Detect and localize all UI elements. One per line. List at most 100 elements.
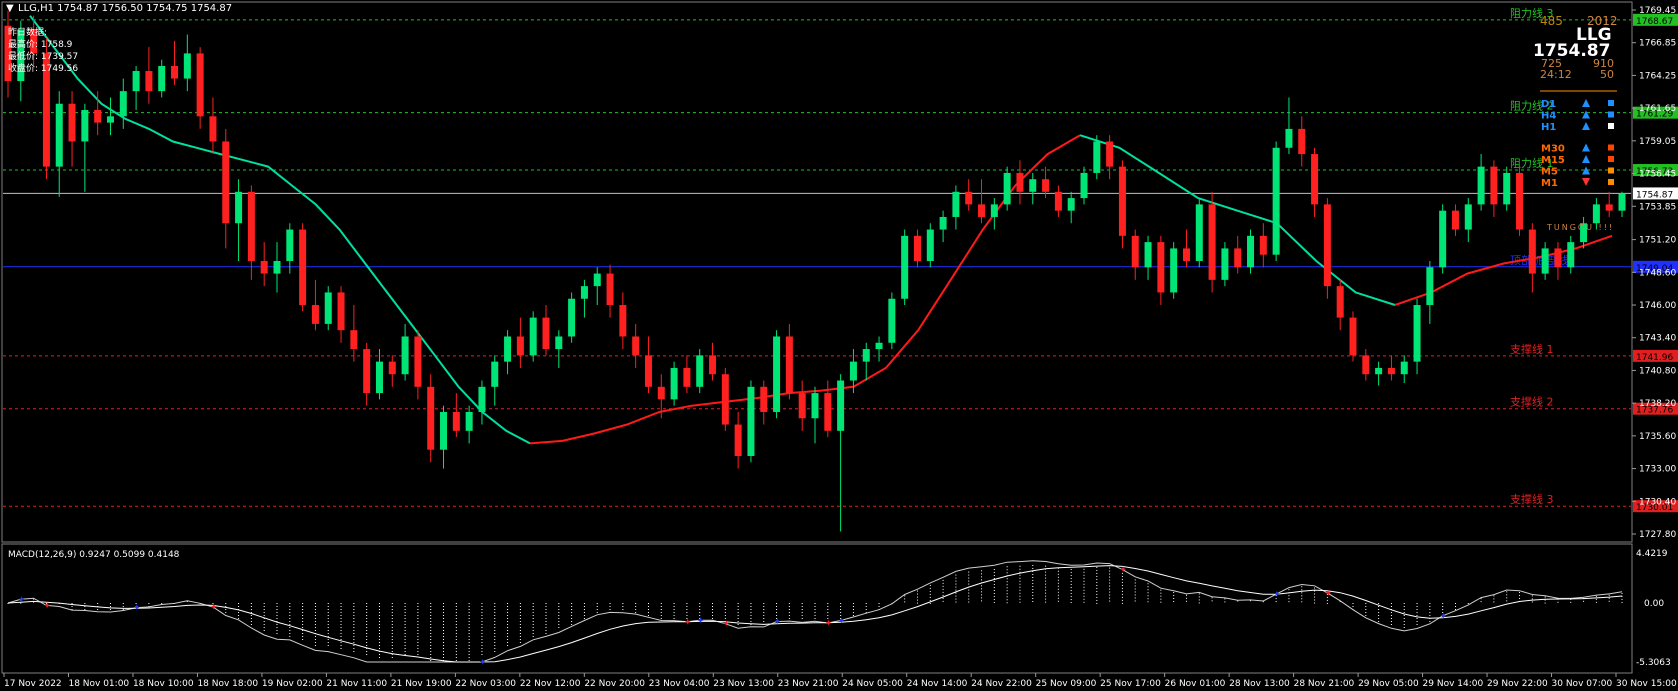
macd-hist-dot bbox=[955, 580, 957, 582]
macd-hist-dot bbox=[929, 590, 931, 592]
macd-hist-dot bbox=[1531, 595, 1533, 597]
macd-hist-dot bbox=[1365, 615, 1367, 616]
candle-body bbox=[1541, 248, 1549, 274]
macd-hist-dot bbox=[737, 612, 739, 613]
macd-hist-dot bbox=[481, 606, 483, 607]
macd-hist-dot bbox=[366, 639, 368, 640]
macd-hist-dot bbox=[814, 603, 816, 604]
macd-hist-dot bbox=[1429, 609, 1431, 610]
collapse-triangle-icon[interactable]: ▼ bbox=[6, 3, 14, 14]
macd-hist-dot bbox=[494, 615, 496, 616]
price-tick-label: 1743.40 bbox=[1639, 334, 1676, 344]
status-square-icon bbox=[1608, 100, 1614, 106]
macd-hist-dot bbox=[263, 630, 265, 631]
macd-hist-dot bbox=[481, 633, 483, 634]
macd-hist-dot bbox=[302, 615, 304, 616]
macd-hist-dot bbox=[250, 603, 252, 604]
price-tick-label: 1761.65 bbox=[1639, 104, 1676, 114]
macd-hist-dot bbox=[468, 615, 470, 616]
prev-high: 最高价: 1758.9 bbox=[8, 38, 73, 50]
price-tick-label: 1759.05 bbox=[1639, 137, 1676, 147]
macd-hist-dot bbox=[1045, 586, 1047, 588]
macd-hist-dot bbox=[1378, 612, 1380, 613]
macd-hist-dot bbox=[545, 630, 547, 631]
macd-hist-dot bbox=[391, 636, 393, 637]
candle-body bbox=[273, 260, 281, 274]
status-square-icon bbox=[1608, 156, 1614, 162]
candle-body bbox=[1003, 172, 1011, 205]
candle-body bbox=[1477, 166, 1485, 205]
macd-hist-dot bbox=[865, 603, 867, 604]
macd-hist-dot bbox=[558, 609, 560, 610]
macd-hist-dot bbox=[494, 621, 496, 622]
macd-hist-dot bbox=[955, 592, 957, 594]
macd-hist-dot bbox=[263, 612, 265, 613]
macd-hist-dot bbox=[1121, 596, 1123, 598]
macd-hist-dot bbox=[417, 639, 419, 640]
macd-hist-dot bbox=[494, 642, 496, 643]
macd-hist-dot bbox=[404, 651, 406, 652]
macd-hist-dot bbox=[1429, 606, 1431, 607]
macd-hist-dot bbox=[750, 621, 752, 622]
macd-hist-dot bbox=[776, 609, 778, 610]
macd-hist-dot bbox=[314, 609, 316, 610]
macd-hist-dot bbox=[1378, 621, 1380, 622]
macd-hist-dot bbox=[1390, 621, 1392, 622]
macd-hist-dot bbox=[916, 596, 918, 598]
macd-hist-dot bbox=[340, 642, 342, 643]
macd-hist-dot bbox=[238, 615, 240, 616]
macd-hist-dot bbox=[622, 606, 624, 607]
macd-hist-dot bbox=[609, 603, 611, 604]
macd-hist-dot bbox=[1057, 597, 1059, 599]
macd-hist-dot bbox=[378, 639, 380, 640]
macd-hist-dot bbox=[430, 651, 432, 652]
macd-hist-dot bbox=[481, 624, 483, 625]
macd-hist-dot bbox=[391, 639, 393, 640]
macd-hist-dot bbox=[993, 574, 995, 576]
macd-hist-dot bbox=[366, 651, 368, 652]
macd-hist-dot bbox=[481, 651, 483, 652]
macd-hist-dot bbox=[353, 645, 355, 646]
macd-hist-dot bbox=[737, 615, 739, 616]
macd-hist-dot bbox=[366, 636, 368, 637]
macd-hist-dot bbox=[443, 630, 445, 631]
macd-hist-dot bbox=[391, 621, 393, 622]
macd-hist-dot bbox=[391, 627, 393, 628]
macd-hist-dot bbox=[776, 612, 778, 613]
macd-hist-dot bbox=[712, 618, 714, 619]
macd-hist-dot bbox=[417, 615, 419, 616]
macd-hist-dot bbox=[391, 630, 393, 631]
macd-hist-dot bbox=[942, 579, 944, 581]
macd-hist-dot bbox=[583, 615, 585, 616]
macd-hist-dot bbox=[1595, 601, 1597, 603]
macd-hist-dot bbox=[788, 612, 790, 613]
macd-hist-dot bbox=[455, 639, 457, 640]
macd-hist-dot bbox=[468, 609, 470, 610]
macd-hist-dot bbox=[378, 627, 380, 628]
macd-hist-dot bbox=[302, 618, 304, 619]
macd-hist-dot bbox=[1045, 577, 1047, 579]
macd-hist-dot bbox=[366, 621, 368, 622]
macd-hist-dot bbox=[981, 588, 983, 590]
macd-hist-dot bbox=[1032, 588, 1034, 590]
macd-hist-dot bbox=[763, 603, 765, 604]
macd-hist-dot bbox=[289, 603, 291, 604]
macd-hist-dot bbox=[571, 624, 573, 625]
macd-hist-dot bbox=[1211, 597, 1213, 599]
macd-hist-dot bbox=[1070, 596, 1072, 598]
macd-hist-dot bbox=[558, 615, 560, 616]
time-tick-label: 23 Nov 04:00 bbox=[649, 679, 710, 689]
macd-hist-dot bbox=[1378, 609, 1380, 610]
macd-hist-dot bbox=[929, 584, 931, 586]
macd-hist-dot bbox=[1096, 602, 1098, 604]
macd-hist-dot bbox=[391, 618, 393, 619]
macd-hist-dot bbox=[814, 606, 816, 607]
macd-hist-dot bbox=[1621, 592, 1623, 594]
macd-hist-dot bbox=[545, 615, 547, 616]
macd-hist-dot bbox=[391, 642, 393, 643]
macd-hist-dot bbox=[507, 612, 509, 613]
price-tick-label: 1746.00 bbox=[1639, 301, 1676, 311]
candle-body bbox=[388, 361, 396, 375]
macd-hist-dot bbox=[545, 609, 547, 610]
candle-body bbox=[363, 349, 371, 394]
